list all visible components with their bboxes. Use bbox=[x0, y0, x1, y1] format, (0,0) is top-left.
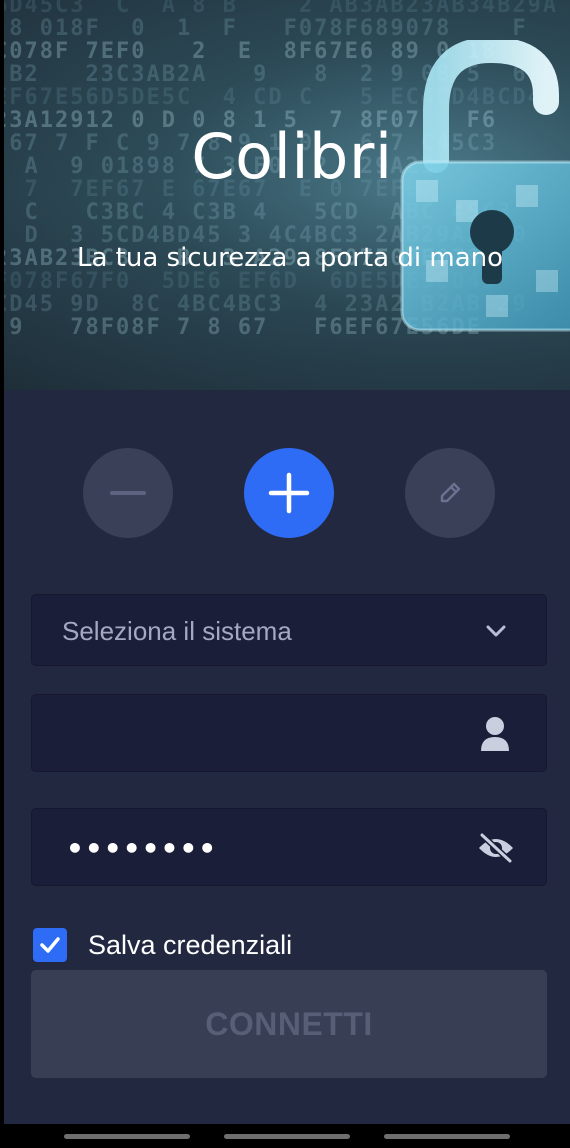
remove-system-button[interactable] bbox=[83, 448, 173, 538]
username-input[interactable] bbox=[62, 713, 462, 753]
navigation-bar bbox=[0, 1124, 570, 1148]
app-title: Colibri bbox=[191, 120, 393, 193]
app-screen: 6D45C3 C A 8 B 2 AB3AB23AB34B29A 8 018F … bbox=[4, 0, 570, 1124]
system-select-value: Seleziona il sistema bbox=[62, 616, 292, 646]
pencil-icon bbox=[440, 482, 461, 503]
user-icon bbox=[478, 715, 512, 753]
hero-banner: 6D45C3 C A 8 B 2 AB3AB23AB34B29A 8 018F … bbox=[4, 0, 570, 390]
add-system-button[interactable] bbox=[244, 448, 334, 538]
nav-handle-center[interactable] bbox=[224, 1134, 350, 1139]
plus-icon bbox=[268, 472, 310, 514]
app-subtitle: La tua sicurezza a porta di mano bbox=[76, 243, 504, 273]
nav-handle-right[interactable] bbox=[384, 1134, 510, 1139]
save-credentials-checkbox[interactable] bbox=[33, 928, 67, 962]
username-field[interactable] bbox=[31, 694, 547, 772]
minus-icon bbox=[110, 491, 146, 495]
password-field[interactable] bbox=[31, 808, 547, 886]
eye-slash-icon[interactable] bbox=[476, 831, 516, 865]
edit-system-button[interactable] bbox=[405, 448, 495, 538]
checkmark-icon bbox=[40, 937, 60, 953]
chevron-down-icon bbox=[482, 617, 510, 645]
connect-button[interactable]: CONNETTI bbox=[31, 970, 547, 1078]
nav-handle-left[interactable] bbox=[64, 1134, 190, 1139]
password-input[interactable] bbox=[66, 827, 466, 869]
system-select[interactable]: Seleziona il sistema bbox=[31, 594, 547, 666]
save-credentials-label[interactable]: Salva credenziali bbox=[88, 930, 292, 961]
